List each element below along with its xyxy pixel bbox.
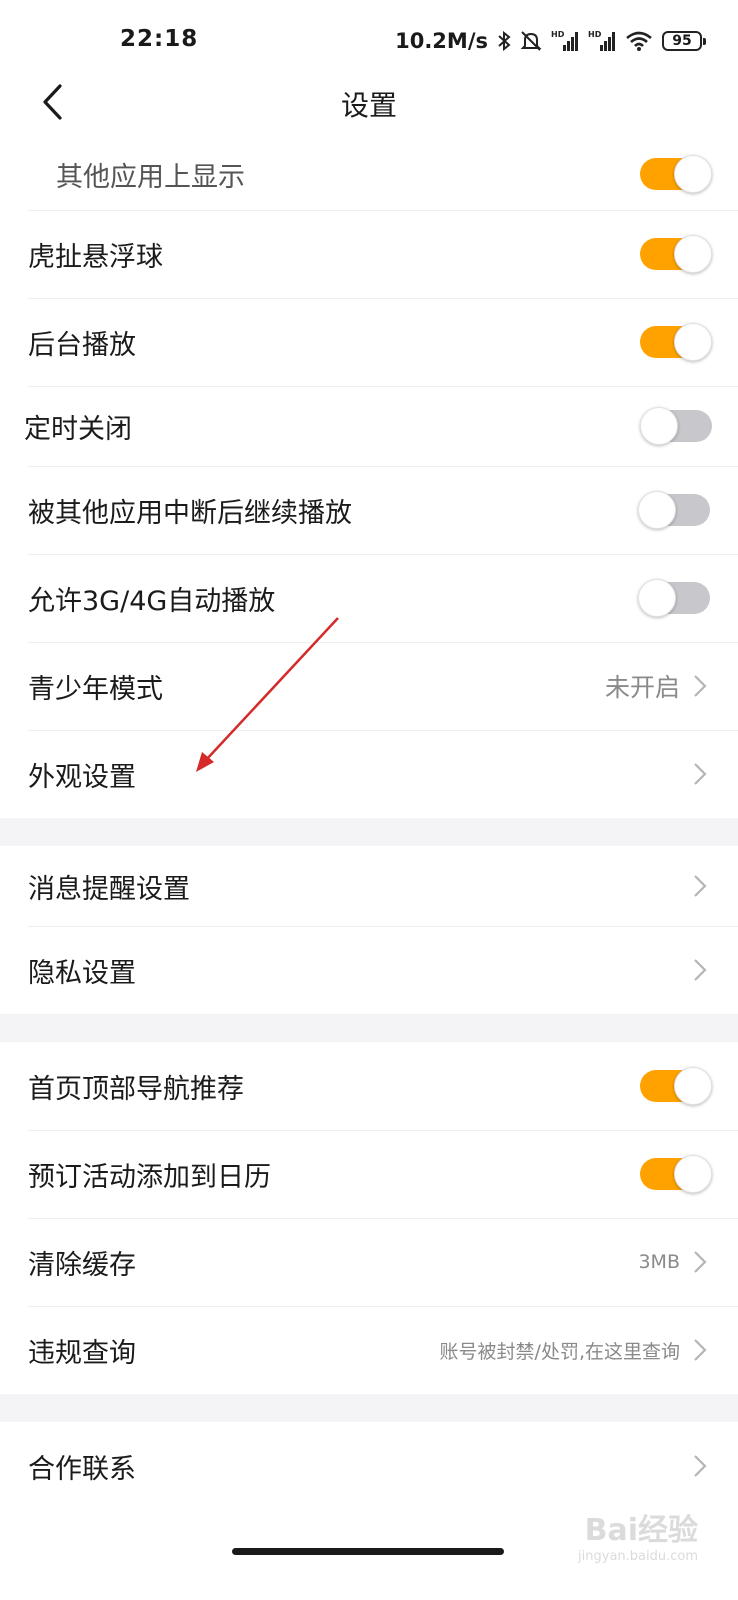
toggle-knob — [674, 1067, 712, 1105]
chevron-right-icon — [690, 760, 710, 788]
chevron-right-icon — [690, 1336, 710, 1364]
top-nav-recommend-toggle[interactable] — [640, 1067, 712, 1105]
nav-header: 设置 — [0, 70, 738, 138]
setting-label: 首页顶部导航推荐 — [28, 1073, 244, 1105]
section-divider — [0, 1014, 738, 1042]
toggle-knob — [674, 323, 712, 361]
setting-row-top-nav-recommend[interactable]: 首页顶部导航推荐 — [0, 1042, 738, 1130]
page-title: 设置 — [340, 89, 397, 122]
toggle-knob — [674, 155, 712, 193]
setting-label: 预订活动添加到日历 — [28, 1161, 271, 1193]
toggle-knob — [638, 491, 676, 529]
violation-hint: 账号被封禁/处罚,在这里查询 — [439, 1340, 680, 1363]
row-right: 3MB — [638, 1248, 710, 1276]
bluetooth-icon — [497, 30, 511, 52]
setting-row-privacy[interactable]: 隐私设置 — [0, 926, 738, 1014]
setting-label: 被其他应用中断后继续播放 — [28, 497, 352, 529]
toggle-knob — [674, 1155, 712, 1193]
setting-row-appearance[interactable]: 外观设置 — [0, 730, 738, 818]
network-speed: 10.2M/s — [395, 29, 488, 53]
setting-label: 后台播放 — [28, 329, 136, 361]
setting-label: 消息提醒设置 — [28, 873, 190, 905]
row-right: 未开启 — [605, 668, 710, 704]
setting-row-background-play[interactable]: 后台播放 — [0, 298, 738, 386]
section-divider — [0, 1394, 738, 1422]
setting-row-add-to-calendar[interactable]: 预订活动添加到日历 — [0, 1130, 738, 1218]
resume-toggle[interactable] — [638, 491, 710, 529]
cellular-autoplay-toggle[interactable] — [638, 579, 710, 617]
setting-row-teen-mode[interactable]: 青少年模式 未开启 — [0, 642, 738, 730]
setting-row-resume-after-interrupt[interactable]: 被其他应用中断后继续播放 — [0, 466, 738, 554]
home-indicator[interactable] — [232, 1548, 504, 1555]
setting-row-cellular-autoplay[interactable]: 允许3G/4G自动播放 — [0, 554, 738, 642]
setting-row-violation-query[interactable]: 违规查询 账号被封禁/处罚,在这里查询 — [0, 1306, 738, 1394]
setting-label: 外观设置 — [28, 761, 136, 793]
setting-label: 青少年模式 — [28, 673, 163, 705]
chevron-right-icon — [690, 1248, 710, 1276]
settings-section-playback: 其他应用上显示 虎扯悬浮球 后台播放 定时关闭 被其他应用中断后继续播放 允许3… — [0, 138, 738, 818]
setting-label: 清除缓存 — [28, 1249, 136, 1281]
setting-row-floating-ball[interactable]: 虎扯悬浮球 — [0, 210, 738, 298]
row-right: 账号被封禁/处罚,在这里查询 — [440, 1336, 710, 1364]
setting-row-clear-cache[interactable]: 清除缓存 3MB — [0, 1218, 738, 1306]
mute-bell-icon — [520, 30, 542, 52]
setting-row-cooperation[interactable]: 合作联系 — [0, 1422, 738, 1510]
chevron-right-icon — [690, 956, 710, 984]
setting-label: 虎扯悬浮球 — [28, 241, 163, 273]
setting-label: 定时关闭 — [24, 413, 132, 445]
settings-list: 其他应用上显示 虎扯悬浮球 后台播放 定时关闭 被其他应用中断后继续播放 允许3… — [0, 138, 738, 1510]
status-icons: 10.2M/s HD HD 95 — [395, 26, 706, 56]
timer-off-toggle[interactable] — [640, 407, 712, 445]
phone-screen: 22:18 10.2M/s HD HD 95 设置 其他应用上显示 虎扯悬浮球 … — [0, 0, 738, 1600]
chevron-right-icon — [690, 872, 710, 900]
baidu-watermark: Bai经验 jingyan.baidu.com — [578, 1505, 698, 1564]
toggle-knob — [638, 579, 676, 617]
cache-size: 3MB — [638, 1251, 680, 1273]
chevron-right-icon — [690, 1452, 710, 1480]
setting-label: 违规查询 — [28, 1337, 136, 1369]
setting-row-notifications[interactable]: 消息提醒设置 — [0, 846, 738, 926]
setting-label: 允许3G/4G自动播放 — [28, 585, 276, 617]
chevron-right-icon — [690, 672, 710, 700]
background-play-toggle[interactable] — [640, 323, 712, 361]
setting-row-timer-off[interactable]: 定时关闭 — [0, 386, 738, 466]
hd-signal-icon: HD — [551, 29, 579, 53]
baidu-logo: Bai经验 — [584, 1513, 698, 1548]
svg-text:HD: HD — [551, 30, 565, 39]
settings-section-general: 首页顶部导航推荐 预订活动添加到日历 清除缓存 3MB 违规查询 账号被封禁/处… — [0, 1042, 738, 1394]
toggle-knob — [674, 235, 712, 273]
wifi-icon — [625, 30, 653, 52]
setting-label: 合作联系 — [28, 1453, 136, 1485]
hd-signal-icon: HD — [588, 29, 616, 53]
status-time: 22:18 — [120, 26, 199, 52]
setting-label: 其他应用上显示 — [56, 161, 245, 193]
floating-ball-toggle[interactable] — [640, 235, 712, 273]
section-divider — [0, 818, 738, 846]
setting-row-overlay[interactable]: 其他应用上显示 — [0, 138, 738, 210]
setting-label: 隐私设置 — [28, 957, 136, 989]
settings-section-notifications: 消息提醒设置 隐私设置 — [0, 846, 738, 1014]
settings-section-contact: 合作联系 — [0, 1422, 738, 1510]
toggle-knob — [640, 407, 678, 445]
battery-icon: 95 — [662, 31, 706, 51]
watermark-url: jingyan.baidu.com — [578, 1549, 698, 1564]
overlay-toggle[interactable] — [640, 155, 712, 193]
svg-text:HD: HD — [588, 30, 602, 39]
add-to-calendar-toggle[interactable] — [640, 1155, 712, 1193]
teen-mode-status: 未开启 — [604, 673, 680, 702]
